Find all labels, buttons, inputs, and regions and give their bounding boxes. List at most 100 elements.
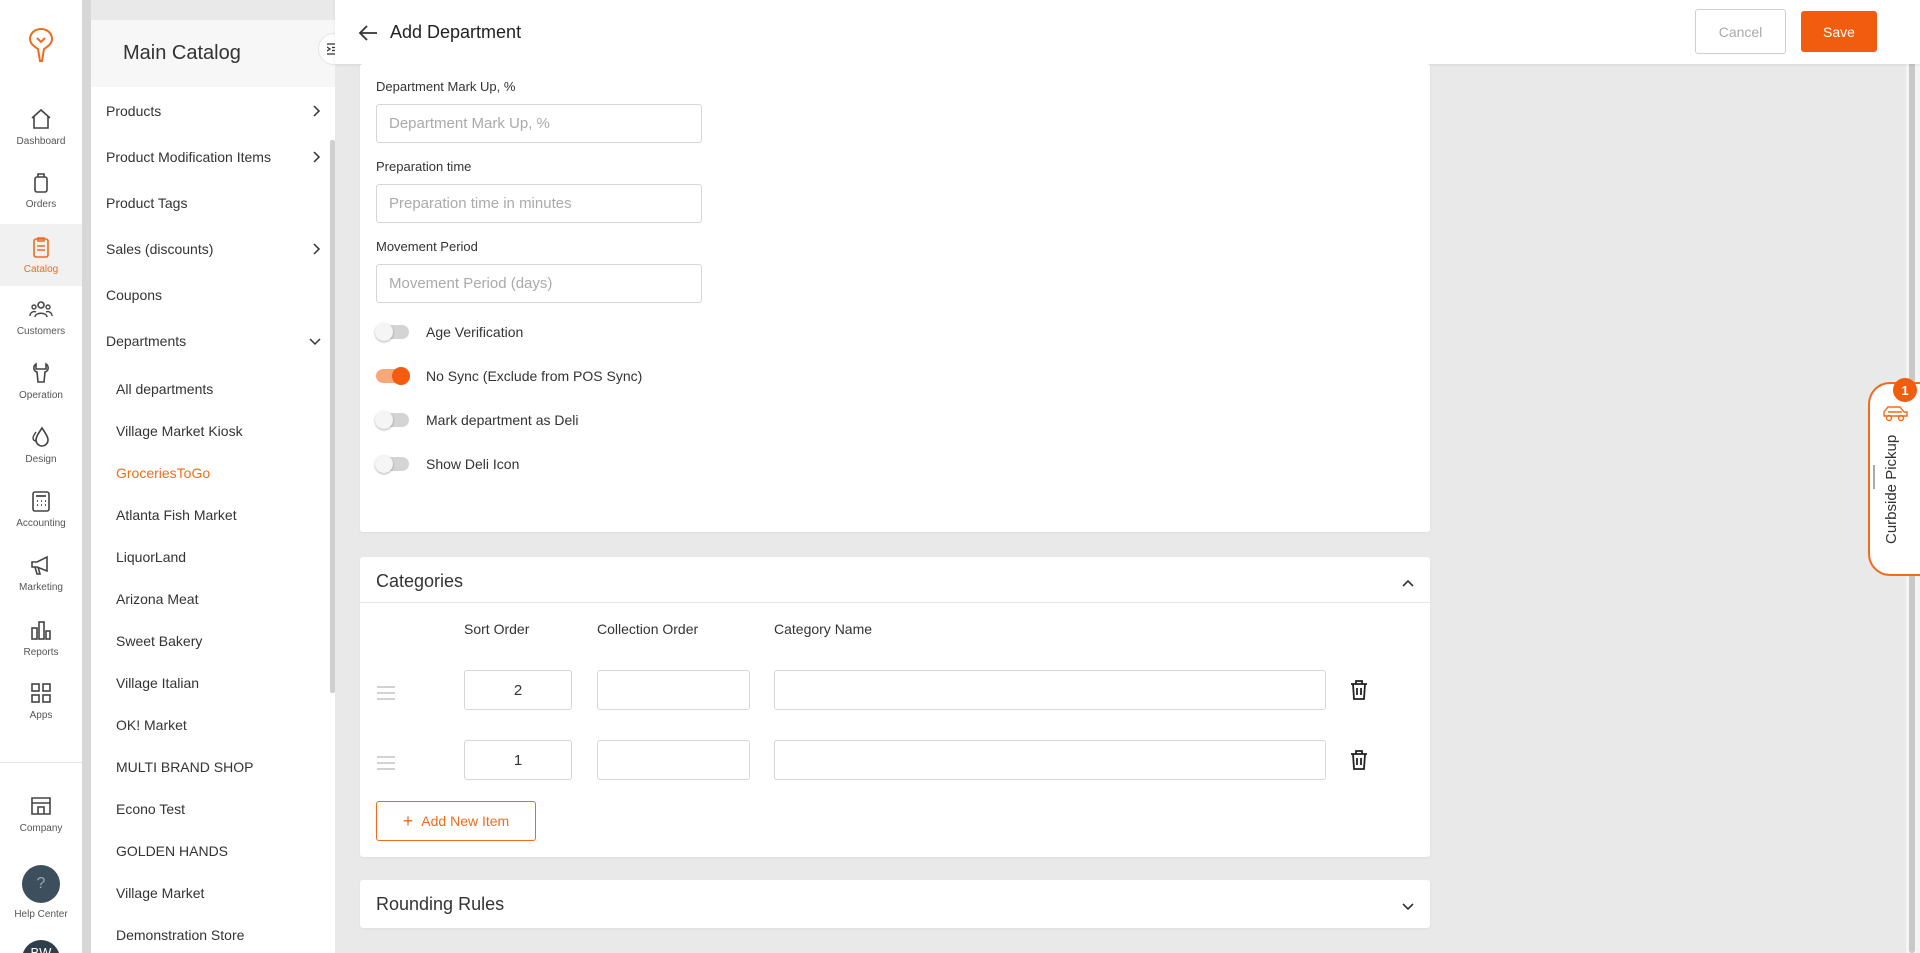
markup-input[interactable] [376, 104, 702, 143]
age-verification-toggle[interactable] [375, 323, 409, 341]
department-item[interactable]: Village Italian [116, 671, 199, 695]
clipboard-icon [33, 237, 49, 258]
subnav-item-label: Product Tags [106, 195, 188, 211]
rail-item-label: Operation [19, 390, 63, 401]
department-item-active[interactable]: GroceriesToGo [116, 461, 210, 485]
rail-item-dashboard[interactable]: Dashboard [0, 96, 82, 158]
toggle-label: No Sync (Exclude from POS Sync) [426, 368, 643, 384]
department-item[interactable]: OK! Market [116, 713, 187, 737]
department-item[interactable]: Econo Test [116, 797, 185, 821]
page-title: Add Department [390, 22, 522, 42]
chevron-up-icon[interactable] [1400, 575, 1416, 591]
rail-item-help-center[interactable]: ? Help Center [0, 857, 82, 927]
car-icon [1883, 406, 1908, 422]
department-item[interactable]: Arizona Meat [116, 587, 198, 611]
department-item[interactable]: Sweet Bakery [116, 629, 202, 653]
bag-icon [34, 173, 48, 193]
megaphone-icon [31, 555, 48, 575]
subnav-item-coupons[interactable]: Coupons [91, 280, 321, 310]
chevron-right-icon [313, 243, 321, 255]
sort-order-input[interactable] [464, 670, 572, 710]
department-item[interactable]: Village Market [116, 881, 204, 905]
rail-item-orders[interactable]: Orders [0, 159, 82, 221]
department-item[interactable]: LiquorLand [116, 545, 186, 569]
no-sync-row: No Sync (Exclude from POS Sync) [376, 367, 643, 385]
rail-item-label: Marketing [19, 582, 63, 593]
toggle-label: Mark department as Deli [426, 412, 579, 428]
subnav-item-departments[interactable]: Departments [91, 326, 321, 356]
categories-card: Categories Sort Order Collection Order C… [360, 557, 1430, 857]
column-header-collection-order: Collection Order [597, 621, 699, 637]
category-name-input[interactable] [774, 670, 1326, 710]
curbside-pickup-label: Curbside Pickup [1883, 434, 1900, 544]
rail-item-marketing[interactable]: Marketing [0, 542, 82, 604]
subnav-title: Main Catalog [91, 20, 335, 87]
trash-icon[interactable] [1349, 749, 1369, 771]
rail-divider [0, 762, 82, 763]
department-item[interactable]: GOLDEN HANDS [116, 839, 228, 863]
sort-order-input[interactable] [464, 740, 572, 780]
category-row [360, 740, 1430, 780]
rail-item-label: Customers [16, 326, 66, 337]
rail-item-company[interactable]: Company [0, 783, 82, 845]
category-name-input[interactable] [774, 740, 1326, 780]
department-item[interactable]: Demonstration Store [116, 923, 244, 947]
movement-period-input[interactable] [376, 264, 702, 303]
subnav-item-sales[interactable]: Sales (discounts) [91, 234, 321, 264]
subnav-item-label: Departments [106, 333, 187, 349]
movement-period-label: Movement Period [376, 239, 478, 254]
prep-time-input[interactable] [376, 184, 702, 223]
age-verification-row: Age Verification [375, 323, 523, 341]
column-header-sort-order: Sort Order [464, 621, 530, 637]
chevron-down-icon [309, 338, 321, 346]
rail-item-customers[interactable]: Customers [0, 286, 82, 348]
cancel-button[interactable]: Cancel [1695, 9, 1786, 54]
collection-order-input[interactable] [597, 670, 750, 710]
save-button[interactable]: Save [1801, 11, 1877, 52]
subnav-item-product-tags[interactable]: Product Tags [91, 188, 321, 218]
no-sync-toggle[interactable] [376, 367, 410, 385]
brand-logo-icon[interactable] [26, 26, 56, 64]
prep-time-label: Preparation time [376, 159, 472, 174]
rail-item-operation[interactable]: Operation [0, 350, 82, 412]
rail-item-accounting[interactable]: Accounting [0, 478, 82, 540]
subnav-item-label: Coupons [106, 287, 163, 303]
category-row [360, 670, 1430, 710]
collection-order-input[interactable] [597, 740, 750, 780]
rail-item-catalog[interactable]: Catalog [0, 224, 82, 286]
department-item[interactable]: MULTI BRAND SHOP [116, 755, 253, 779]
rail-item-design[interactable]: Design [0, 414, 82, 476]
add-new-item-button[interactable]: + Add New Item [376, 801, 536, 841]
rail-item-apps[interactable]: Apps [0, 670, 82, 732]
rail-item-label: Company [19, 823, 63, 834]
subnav-item-product-modification-items[interactable]: Product Modification Items [91, 142, 321, 172]
rail-item-label: Accounting [16, 518, 66, 529]
drag-handle[interactable] [1873, 465, 1875, 489]
department-form-card: Department Mark Up, % Preparation time M… [360, 64, 1430, 532]
department-item[interactable]: Village Market Kiosk [116, 419, 243, 443]
page-header: Add Department Cancel Save [335, 0, 1920, 64]
drag-handle-icon[interactable] [376, 753, 396, 773]
chevron-right-icon [313, 151, 321, 163]
subnav-item-products[interactable]: Products [91, 96, 321, 126]
rail-item-label: Orders [25, 199, 57, 210]
deli-icon-toggle[interactable] [375, 455, 409, 473]
bar-chart-icon [31, 621, 51, 640]
department-item[interactable]: Atlanta Fish Market [116, 503, 237, 527]
calculator-icon [32, 491, 50, 512]
subnav-item-label: Sales (discounts) [106, 241, 214, 257]
chevron-down-icon[interactable] [1400, 898, 1416, 914]
trash-icon[interactable] [1349, 679, 1369, 701]
rail-item-label: Reports [23, 647, 59, 658]
rounding-rules-card[interactable]: Rounding Rules [360, 880, 1430, 928]
department-item[interactable]: All departments [116, 377, 213, 401]
drag-handle-icon[interactable] [376, 683, 396, 703]
rail-scrollbar[interactable] [82, 0, 91, 953]
back-arrow-icon[interactable] [357, 22, 379, 44]
deli-toggle[interactable] [375, 411, 409, 429]
rail-item-label: Catalog [23, 264, 59, 275]
chevron-right-icon [313, 105, 321, 117]
users-icon [29, 301, 53, 318]
rail-item-reports[interactable]: Reports [0, 607, 82, 669]
subnav-scrollbar[interactable] [330, 140, 335, 693]
